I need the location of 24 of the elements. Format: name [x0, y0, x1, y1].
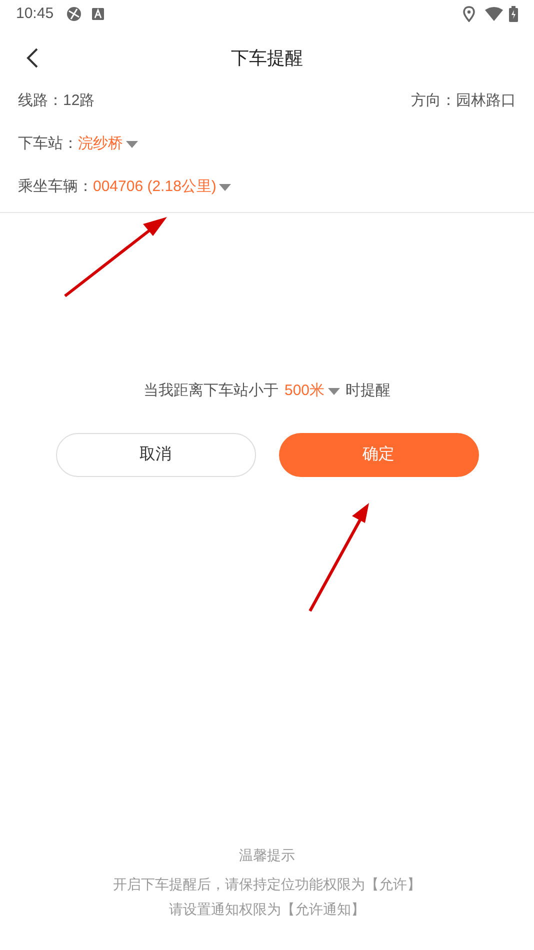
keyboard-a-icon — [92, 8, 104, 20]
direction-text: 方向：园林路口 — [411, 90, 516, 111]
confirm-button[interactable]: 确定 — [278, 433, 478, 477]
tips-title: 温馨提示 — [239, 846, 295, 865]
field-dropdown[interactable]: 浣纱桥 — [78, 132, 138, 156]
battery-icon — [509, 6, 518, 22]
distance-dropdown[interactable]: 500米 — [284, 380, 340, 402]
field-dropdown[interactable]: 004706 (2.18公里) — [93, 176, 232, 198]
route-text: 线路：12路 — [18, 90, 95, 111]
tip-text: 开启下车提醒后，请保持定位功能权限为【允许】 — [113, 875, 421, 894]
caret-icon — [219, 184, 232, 190]
tip-text: 请设置通知权限为【允许通知】 — [169, 900, 365, 919]
wifi-icon — [485, 7, 503, 21]
cancel-button[interactable]: 取消 — [56, 433, 256, 477]
reminder-suffix: 时提醒 — [346, 380, 391, 401]
reminder-text: 当我距离下车站小于 — [143, 380, 278, 401]
page-title: 下车提醒 — [231, 46, 303, 70]
field-label: 乘坐车辆： — [18, 176, 93, 197]
status-time: 10:45 — [16, 4, 54, 24]
location-icon — [463, 6, 475, 22]
back-icon — [26, 48, 38, 68]
field-label: 下车站： — [18, 134, 78, 154]
caret-icon — [126, 140, 138, 148]
caret-icon — [328, 388, 340, 394]
